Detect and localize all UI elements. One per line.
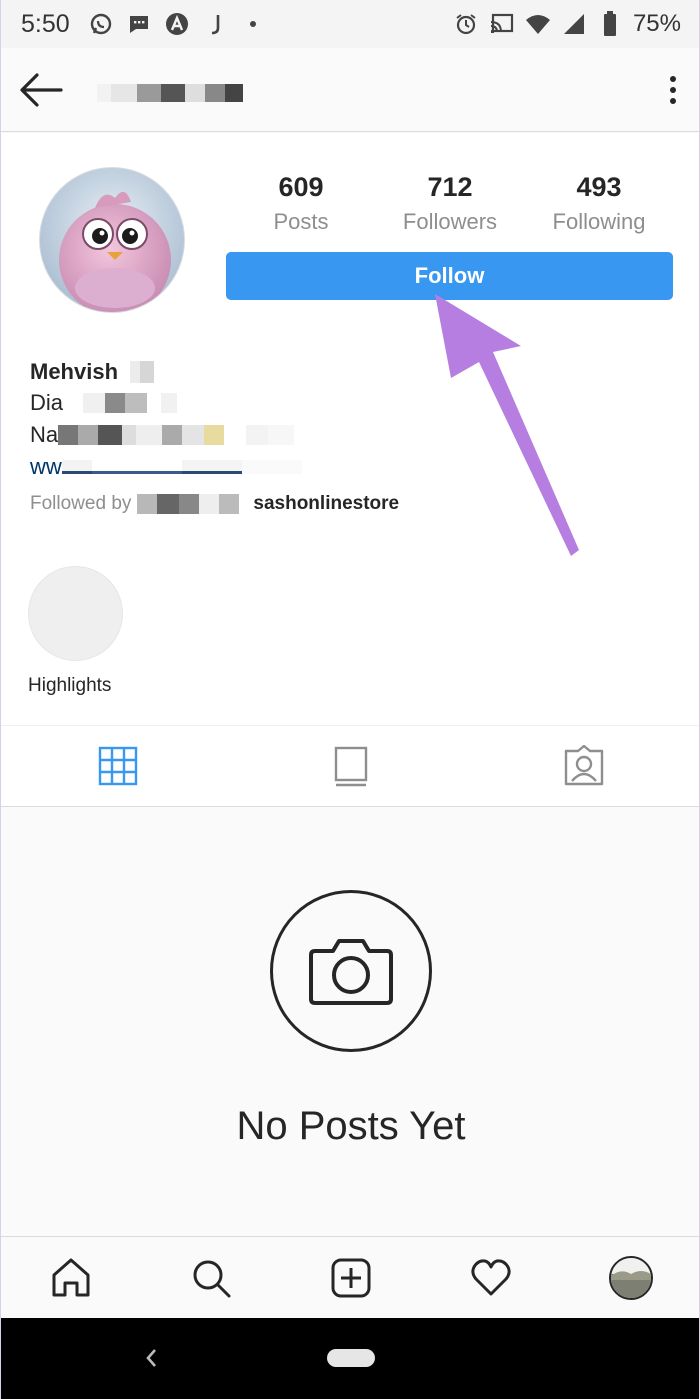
home-icon bbox=[52, 1258, 90, 1296]
followed-by: Followed by sashonlinestore bbox=[30, 493, 399, 515]
back-button[interactable] bbox=[19, 72, 65, 108]
profile-name-text: Mehvish bbox=[30, 359, 119, 384]
notification-icons bbox=[88, 11, 266, 37]
add-post-icon bbox=[331, 1258, 371, 1297]
nav-new-post[interactable] bbox=[281, 1237, 421, 1318]
bio-line-2-text: Na bbox=[30, 422, 59, 447]
more-options-button[interactable] bbox=[667, 72, 679, 108]
dot-icon bbox=[240, 11, 266, 37]
followers-stat[interactable]: 712 Followers bbox=[376, 171, 524, 235]
j-icon bbox=[202, 11, 228, 37]
profile-section: 609 Posts 712 Followers 493 Following Fo… bbox=[1, 133, 699, 725]
empty-posts-state: No Posts Yet bbox=[1, 808, 699, 1236]
status-time: 5:50 bbox=[21, 9, 70, 38]
highlight-label: Highlights bbox=[28, 675, 112, 696]
wifi-icon bbox=[525, 11, 551, 37]
app-screen: 5:50 75% 609 Posts 712 Followers 493 Fol… bbox=[0, 0, 700, 1399]
nav-search[interactable] bbox=[141, 1237, 281, 1318]
posts-stat[interactable]: 609 Posts bbox=[227, 171, 375, 235]
system-back-button[interactable] bbox=[143, 1346, 163, 1370]
following-stat[interactable]: 493 Following bbox=[525, 171, 673, 235]
profile-header-bar bbox=[1, 48, 699, 132]
nav-activity[interactable] bbox=[421, 1237, 561, 1318]
feed-icon bbox=[334, 746, 368, 787]
posts-label: Posts bbox=[273, 209, 329, 234]
profile-bio: Mehvish Dia Na ww bbox=[30, 357, 670, 483]
arrow-left-icon bbox=[20, 73, 63, 107]
profile-stats: 609 Posts 712 Followers 493 Following bbox=[227, 171, 673, 235]
bio-link-text: ww bbox=[30, 454, 62, 479]
bio-line-1: Dia bbox=[30, 387, 670, 419]
status-bar: 5:50 75% bbox=[1, 0, 699, 48]
empty-state-title: No Posts Yet bbox=[236, 1104, 466, 1148]
followers-label: Followers bbox=[402, 209, 498, 234]
signal-icon bbox=[561, 11, 587, 37]
battery-percent: 75% bbox=[632, 10, 681, 37]
story-highlight[interactable]: Highlights bbox=[28, 566, 124, 697]
alarm-icon bbox=[453, 11, 479, 37]
camera-icon bbox=[309, 939, 393, 1005]
cast-icon bbox=[489, 11, 515, 37]
profile-tabs bbox=[1, 725, 699, 807]
posts-count: 609 bbox=[278, 172, 324, 202]
heart-icon bbox=[471, 1258, 511, 1295]
vertical-dots-icon bbox=[670, 76, 676, 82]
profile-avatar[interactable] bbox=[39, 167, 185, 313]
nav-profile[interactable] bbox=[561, 1237, 699, 1318]
grid-icon bbox=[98, 746, 137, 786]
followed-by-label: Followed by bbox=[30, 493, 132, 514]
camera-circle bbox=[270, 890, 432, 1052]
username-redacted bbox=[97, 82, 245, 102]
bottom-navigation bbox=[1, 1236, 699, 1318]
bio-line-2: Na bbox=[30, 419, 670, 451]
highlight-circle bbox=[28, 566, 123, 661]
system-navigation-bar bbox=[1, 1318, 699, 1399]
system-status-icons: 75% bbox=[453, 10, 681, 38]
bio-link[interactable]: ww bbox=[30, 451, 670, 483]
following-count: 493 bbox=[576, 172, 622, 202]
system-home-button[interactable] bbox=[327, 1349, 375, 1367]
search-icon bbox=[193, 1260, 231, 1297]
profile-avatar-small bbox=[609, 1255, 653, 1300]
tagged-icon bbox=[565, 745, 604, 786]
nav-home[interactable] bbox=[1, 1237, 141, 1318]
arc-icon bbox=[164, 11, 190, 37]
following-label: Following bbox=[552, 209, 646, 234]
profile-name: Mehvish bbox=[30, 357, 670, 387]
message-icon bbox=[126, 11, 152, 37]
followed-by-account[interactable]: sashonlinestore bbox=[253, 493, 399, 515]
chevron-left-icon bbox=[146, 1349, 156, 1367]
tab-tagged[interactable] bbox=[468, 726, 699, 806]
tab-feed[interactable] bbox=[234, 726, 467, 806]
battery-icon bbox=[597, 11, 623, 37]
followers-count: 712 bbox=[427, 172, 473, 202]
whatsapp-icon bbox=[88, 11, 114, 37]
bio-line-1-text: Dia bbox=[30, 390, 64, 415]
follow-button[interactable]: Follow bbox=[226, 252, 673, 300]
tab-grid[interactable] bbox=[1, 726, 234, 806]
